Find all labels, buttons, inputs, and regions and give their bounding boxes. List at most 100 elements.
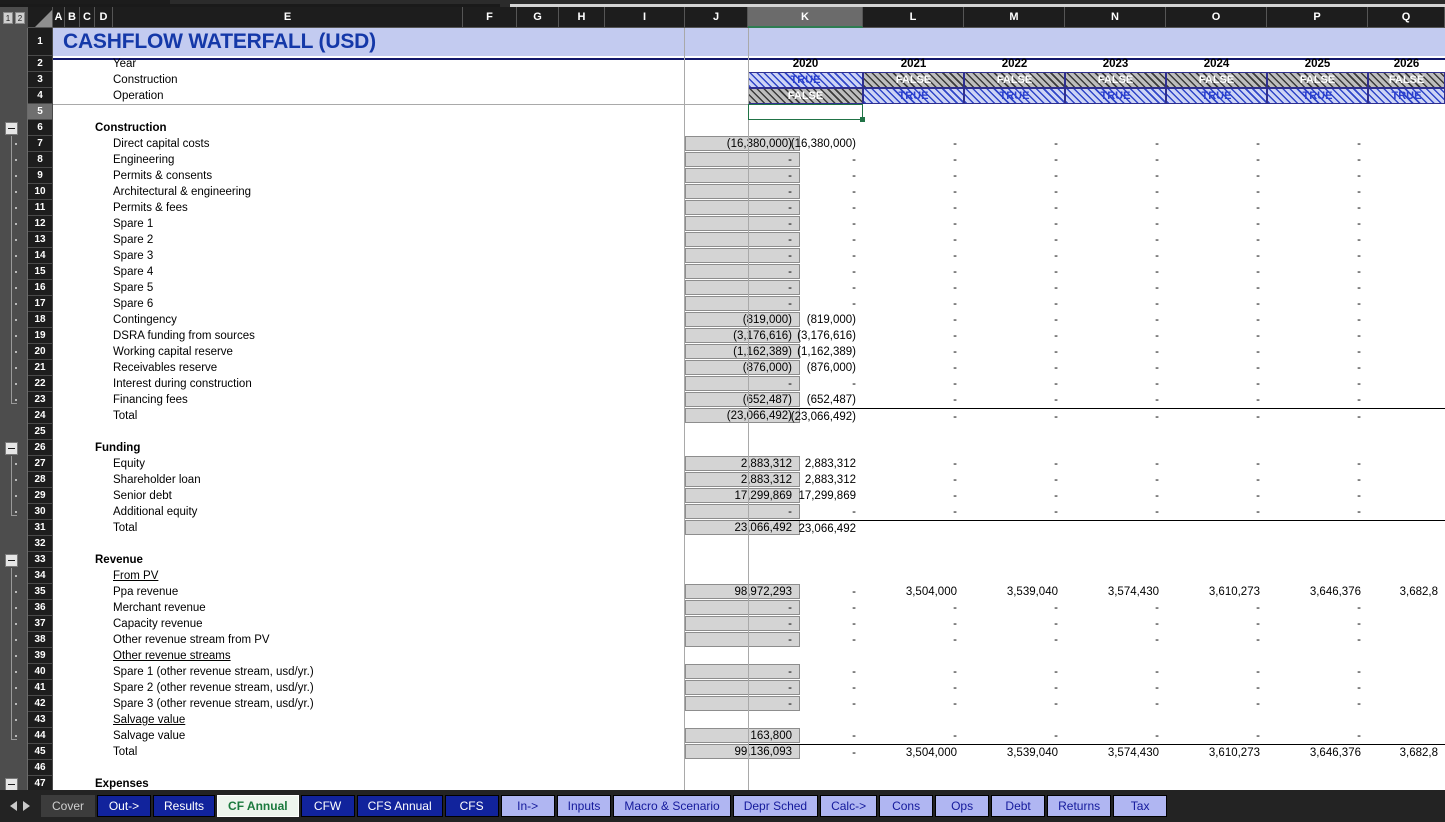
- value-cell-M42[interactable]: -: [964, 696, 1065, 712]
- value-cell-N38[interactable]: -: [1065, 632, 1166, 648]
- value-cell-N18[interactable]: -: [1065, 312, 1166, 328]
- column-header-A[interactable]: A: [53, 7, 65, 28]
- value-cell-O28[interactable]: -: [1166, 472, 1267, 488]
- value-cell-K44[interactable]: -: [748, 728, 863, 744]
- value-cell-K15[interactable]: -: [748, 264, 863, 280]
- value-cell-M8[interactable]: -: [964, 152, 1065, 168]
- value-cell-N11[interactable]: -: [1065, 200, 1166, 216]
- value-cell-M9[interactable]: -: [964, 168, 1065, 184]
- row-header-30[interactable]: 30: [28, 504, 53, 520]
- value-cell-M18[interactable]: -: [964, 312, 1065, 328]
- value-cell-N36[interactable]: -: [1065, 600, 1166, 616]
- value-cell-N17[interactable]: -: [1065, 296, 1166, 312]
- value-cell-P35[interactable]: 3,646,376: [1267, 584, 1368, 600]
- value-cell-K36[interactable]: -: [748, 600, 863, 616]
- value-cell-M36[interactable]: -: [964, 600, 1065, 616]
- value-cell-L19[interactable]: -: [863, 328, 964, 344]
- value-cell-P17[interactable]: -: [1267, 296, 1368, 312]
- sheet-tab-cfw[interactable]: CFW: [301, 795, 355, 817]
- value-cell-K31[interactable]: 23,066,492: [748, 520, 863, 536]
- value-cell-O31[interactable]: [1166, 520, 1267, 536]
- sheet-tab-out[interactable]: Out->: [97, 795, 151, 817]
- row-header-7[interactable]: 7: [28, 136, 53, 152]
- row-header-14[interactable]: 14: [28, 248, 53, 264]
- value-cell-L20[interactable]: -: [863, 344, 964, 360]
- row-header-32[interactable]: 32: [28, 536, 53, 552]
- value-cell-M10[interactable]: -: [964, 184, 1065, 200]
- value-cell-N29[interactable]: -: [1065, 488, 1166, 504]
- value-cell-K40[interactable]: -: [748, 664, 863, 680]
- value-cell-P38[interactable]: -: [1267, 632, 1368, 648]
- value-cell-L21[interactable]: -: [863, 360, 964, 376]
- row-header-29[interactable]: 29: [28, 488, 53, 504]
- value-cell-P31[interactable]: [1267, 520, 1368, 536]
- label-construction[interactable]: Construction: [113, 72, 463, 88]
- value-cell-K14[interactable]: -: [748, 248, 863, 264]
- column-header-D[interactable]: D: [95, 7, 113, 28]
- sheet-tab-bar[interactable]: CoverOut->ResultsCF AnnualCFWCFS AnnualC…: [0, 790, 1445, 822]
- value-cell-O44[interactable]: -: [1166, 728, 1267, 744]
- value-cell-N16[interactable]: -: [1065, 280, 1166, 296]
- value-cell-O24[interactable]: -: [1166, 408, 1267, 424]
- label-year[interactable]: Year: [113, 56, 463, 72]
- value-cell-K30[interactable]: -: [748, 504, 863, 520]
- value-cell-L7[interactable]: -: [863, 136, 964, 152]
- value-cell-Q45[interactable]: 3,682,8: [1368, 744, 1445, 760]
- value-cell-M38[interactable]: -: [964, 632, 1065, 648]
- value-cell-P27[interactable]: -: [1267, 456, 1368, 472]
- value-cell-O42[interactable]: -: [1166, 696, 1267, 712]
- value-cell-L40[interactable]: -: [863, 664, 964, 680]
- value-cell-L36[interactable]: -: [863, 600, 964, 616]
- row-header-22[interactable]: 22: [28, 376, 53, 392]
- sheet-tab-results[interactable]: Results: [153, 795, 215, 817]
- value-cell-O14[interactable]: -: [1166, 248, 1267, 264]
- sheet-tab-cf-annual[interactable]: CF Annual: [217, 795, 299, 817]
- row-header-33[interactable]: 33: [28, 552, 53, 568]
- row-header-1[interactable]: 1: [28, 28, 53, 56]
- column-header-P[interactable]: P: [1267, 7, 1368, 28]
- value-cell-P22[interactable]: -: [1267, 376, 1368, 392]
- row-header-45[interactable]: 45: [28, 744, 53, 760]
- column-header-F[interactable]: F: [463, 7, 517, 28]
- value-cell-P15[interactable]: -: [1267, 264, 1368, 280]
- value-cell-L35[interactable]: 3,504,000: [863, 584, 964, 600]
- sheet-tab-depr-sched[interactable]: Depr Sched: [733, 795, 818, 817]
- row-header-5[interactable]: 5: [28, 104, 53, 120]
- sheet-tab-ops[interactable]: Ops: [935, 795, 989, 817]
- value-cell-L30[interactable]: -: [863, 504, 964, 520]
- value-cell-M7[interactable]: -: [964, 136, 1065, 152]
- row-header-41[interactable]: 41: [28, 680, 53, 696]
- value-cell-O35[interactable]: 3,610,273: [1166, 584, 1267, 600]
- row-header-15[interactable]: 15: [28, 264, 53, 280]
- value-cell-N19[interactable]: -: [1065, 328, 1166, 344]
- value-cell-P13[interactable]: -: [1267, 232, 1368, 248]
- value-cell-O18[interactable]: -: [1166, 312, 1267, 328]
- outline-collapse-button-row-33[interactable]: [5, 554, 18, 567]
- sheet-nav-buttons[interactable]: [2, 801, 38, 811]
- sheet-tab-cfs-annual[interactable]: CFS Annual: [357, 795, 443, 817]
- value-cell-K24[interactable]: (23,066,492): [748, 408, 863, 424]
- column-header-N[interactable]: N: [1065, 7, 1166, 28]
- value-cell-M45[interactable]: 3,539,040: [964, 744, 1065, 760]
- value-cell-K41[interactable]: -: [748, 680, 863, 696]
- column-header-H[interactable]: H: [559, 7, 605, 28]
- value-cell-K17[interactable]: -: [748, 296, 863, 312]
- row-header-42[interactable]: 42: [28, 696, 53, 712]
- value-cell-K19[interactable]: (3,176,616): [748, 328, 863, 344]
- value-cell-O13[interactable]: -: [1166, 232, 1267, 248]
- row-header-34[interactable]: 34: [28, 568, 53, 584]
- outline-level-buttons[interactable]: 1 2: [0, 7, 28, 28]
- sheet-tabs[interactable]: CoverOut->ResultsCF AnnualCFWCFS AnnualC…: [40, 795, 1168, 817]
- row-header-46[interactable]: 46: [28, 760, 53, 776]
- value-cell-N37[interactable]: -: [1065, 616, 1166, 632]
- sheet-tab-cfs[interactable]: CFS: [445, 795, 499, 817]
- value-cell-K35[interactable]: -: [748, 584, 863, 600]
- value-cell-K23[interactable]: (652,487): [748, 392, 863, 408]
- value-cell-P23[interactable]: -: [1267, 392, 1368, 408]
- value-cell-K10[interactable]: -: [748, 184, 863, 200]
- value-cell-K7[interactable]: (16,380,000): [748, 136, 863, 152]
- column-header-G[interactable]: G: [517, 7, 559, 28]
- row-header-10[interactable]: 10: [28, 184, 53, 200]
- column-header-L[interactable]: L: [863, 7, 964, 28]
- value-cell-L12[interactable]: -: [863, 216, 964, 232]
